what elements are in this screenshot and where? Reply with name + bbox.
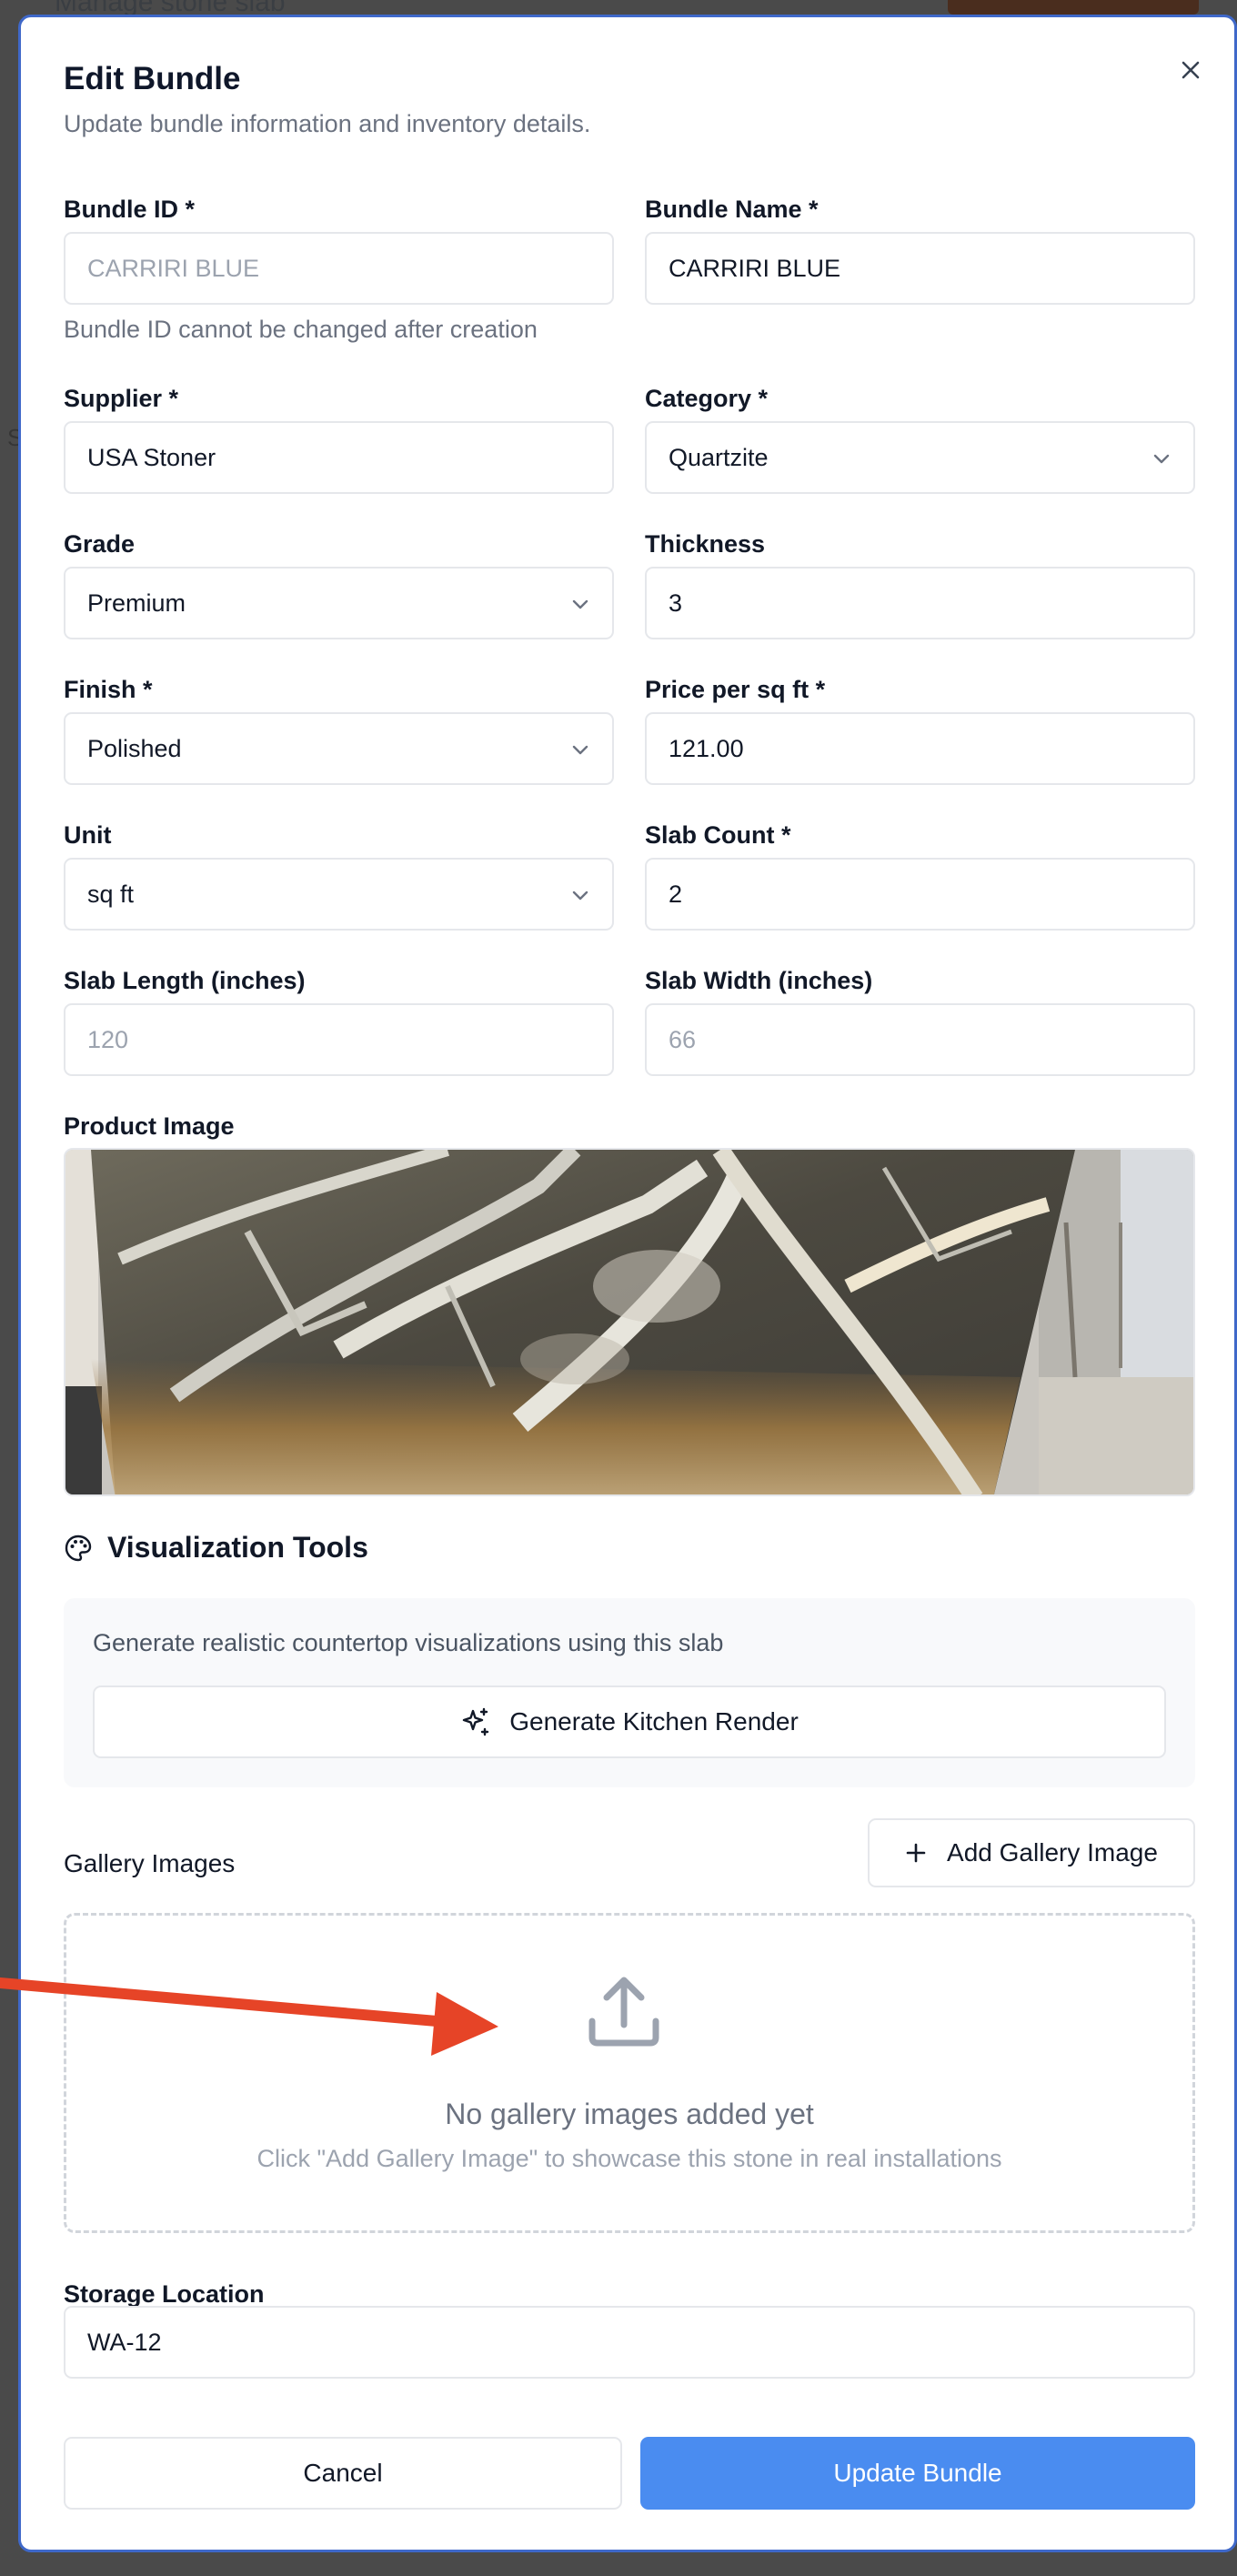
dialog-subtitle: Update bundle information and inventory … [64, 110, 591, 137]
slab-width-input[interactable]: 66 [645, 1003, 1195, 1076]
grade-select[interactable]: Premium [64, 567, 614, 639]
close-button[interactable] [1172, 52, 1209, 88]
plus-icon [906, 1843, 926, 1863]
chevron-down-icon [572, 745, 588, 755]
slab-length-input[interactable]: 120 [64, 1003, 614, 1076]
category-select[interactable]: Quartzite [645, 421, 1195, 494]
edit-bundle-dialog: Edit Bundle Update bundle information an… [18, 15, 1237, 2552]
bundle-id-help: Bundle ID cannot be changed after creati… [64, 316, 538, 343]
close-icon [1182, 61, 1200, 79]
add-gallery-image-button[interactable]: Add Gallery Image [868, 1818, 1195, 1887]
bundle-id-input: CARRIRI BLUE [64, 232, 614, 305]
palette-icon [65, 1535, 92, 1561]
category-value: Quartzite [669, 443, 769, 471]
chevron-down-icon [1153, 454, 1170, 464]
dialog-title: Edit Bundle [64, 61, 241, 96]
finish-value: Polished [87, 734, 182, 762]
finish-label: Finish * [64, 676, 153, 703]
visualization-title: Visualization Tools [64, 1531, 368, 1565]
chevron-down-icon [572, 599, 588, 609]
grade-value: Premium [87, 589, 186, 617]
bundle-name-label: Bundle Name * [645, 196, 819, 223]
slab-width-label: Slab Width (inches) [645, 967, 873, 994]
bundle-name-input[interactable]: CARRIRI BLUE [645, 232, 1195, 305]
finish-select[interactable]: Polished [64, 712, 614, 785]
supplier-label: Supplier * [64, 385, 179, 412]
thickness-value: 3 [669, 589, 683, 617]
price-input[interactable]: 121.00 [645, 712, 1195, 785]
chevron-down-icon [572, 891, 588, 901]
gallery-images-label: Gallery Images [64, 1849, 236, 1877]
supplier-value: USA Stoner [87, 443, 216, 471]
gallery-empty-hint: Click "Add Gallery Image" to showcase th… [256, 2145, 1002, 2172]
backdrop-button [948, 0, 1199, 15]
storage-location-value: WA-12 [87, 2328, 162, 2356]
category-label: Category * [645, 385, 769, 412]
visualization-panel: Generate realistic countertop visualizat… [64, 1598, 1195, 1787]
thickness-label: Thickness [645, 530, 766, 558]
price-value: 121.00 [669, 734, 744, 762]
slab-length-placeholder: 120 [87, 1025, 129, 1053]
product-image-label: Product Image [64, 1112, 235, 1140]
red-arrow-annotation [0, 1977, 498, 2056]
visualization-title-text: Visualization Tools [107, 1531, 368, 1564]
visualization-description: Generate realistic countertop visualizat… [93, 1629, 724, 1656]
slab-width-placeholder: 66 [669, 1025, 697, 1053]
thickness-input[interactable]: 3 [645, 567, 1195, 639]
price-label: Price per sq ft * [645, 676, 826, 703]
grade-label: Grade [64, 530, 136, 558]
storage-location-label: Storage Location [64, 2280, 265, 2308]
generate-kitchen-render-button[interactable]: Generate Kitchen Render [93, 1685, 1166, 1758]
unit-value: sq ft [87, 880, 135, 908]
sparkles-icon [463, 1707, 489, 1736]
product-image[interactable] [64, 1148, 1195, 1496]
bundle-id-label: Bundle ID * [64, 196, 196, 223]
storage-location-input[interactable]: WA-12 [64, 2306, 1195, 2379]
update-bundle-button[interactable]: Update Bundle [640, 2437, 1195, 2510]
upload-icon [588, 1977, 659, 2047]
slab-count-label: Slab Count * [645, 821, 791, 849]
cancel-button[interactable]: Cancel [64, 2437, 622, 2510]
add-gallery-image-label: Add Gallery Image [947, 1838, 1158, 1867]
slab-length-label: Slab Length (inches) [64, 967, 306, 994]
unit-label: Unit [64, 821, 112, 849]
supplier-input[interactable]: USA Stoner [64, 421, 614, 494]
gallery-empty-title: No gallery images added yet [445, 2098, 814, 2130]
slab-count-input[interactable]: 2 [645, 858, 1195, 931]
unit-select[interactable]: sq ft [64, 858, 614, 931]
slab-count-value: 2 [669, 880, 683, 908]
stone-slab-photo [65, 1150, 1193, 1494]
generate-kitchen-render-label: Generate Kitchen Render [509, 1707, 799, 1736]
